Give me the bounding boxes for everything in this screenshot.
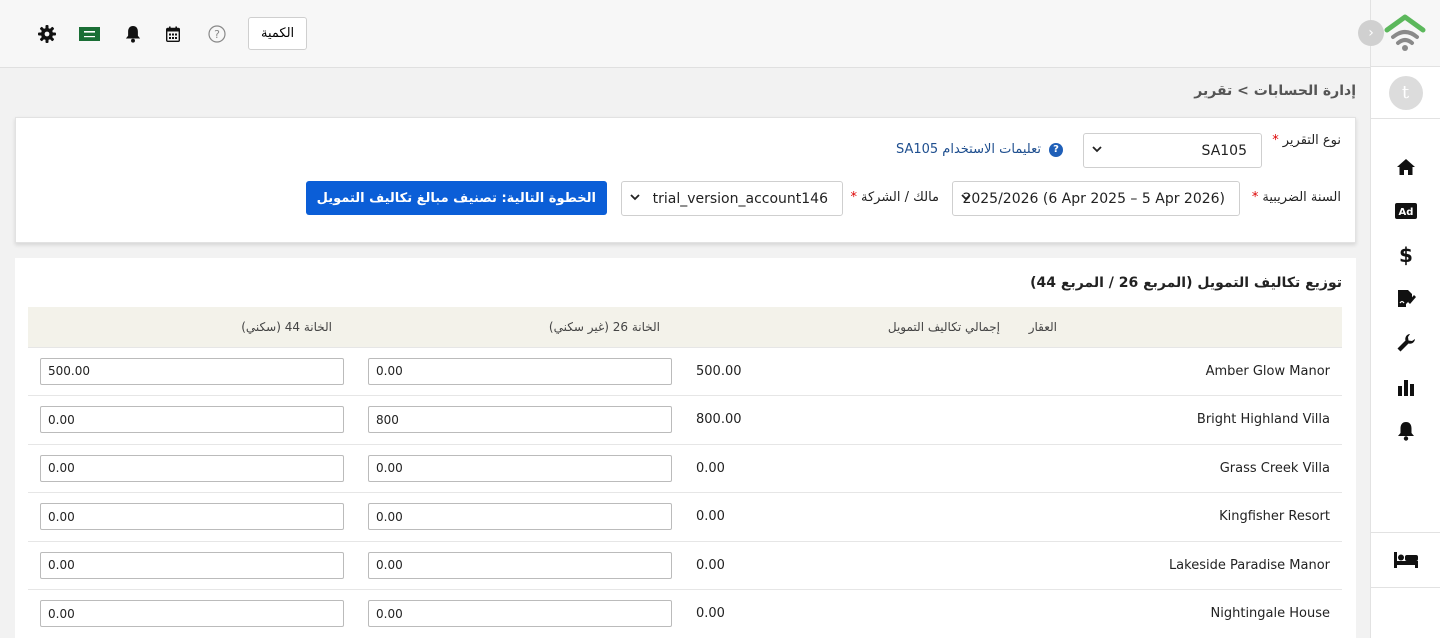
- bar-chart-icon: [1397, 380, 1414, 396]
- sidebar-logo-area: ‹: [1358, 0, 1440, 67]
- sidebar-nav: Ad $: [1371, 119, 1440, 533]
- app-logo-icon: [1384, 14, 1426, 51]
- total-finance-cost: 500.00: [684, 347, 1012, 396]
- svg-text:Ad: Ad: [1398, 207, 1413, 218]
- box44-input[interactable]: [40, 551, 344, 579]
- box44-input[interactable]: [40, 600, 344, 628]
- total-finance-cost: 0.00: [684, 589, 1012, 638]
- table-row: Bright Highland Villa 800.00: [28, 395, 1342, 445]
- column-header-box26: الخانة 26 (غير سكني): [356, 307, 684, 348]
- sidebar-profile: t: [1371, 67, 1440, 119]
- sidebar-collapse-button[interactable]: ‹: [1358, 20, 1384, 46]
- box26-input[interactable]: [368, 454, 672, 482]
- breadcrumb: إدارة الحسابات > تقرير: [1194, 83, 1356, 99]
- column-header-total: إجمالي تكاليف التمويل: [684, 307, 1012, 348]
- tax-year-label: السنة الضريبية*: [1251, 190, 1341, 205]
- total-finance-cost: 0.00: [684, 444, 1012, 493]
- property-name: Nightingale House: [1012, 589, 1342, 638]
- box26-input[interactable]: [368, 406, 672, 434]
- box26-input[interactable]: [368, 600, 672, 628]
- property-name: Amber Glow Manor: [1012, 347, 1342, 396]
- table-row: Kingfisher Resort 0.00: [28, 492, 1342, 542]
- chevron-down-icon: [961, 194, 971, 201]
- box44-input[interactable]: [40, 454, 344, 482]
- sidebar-item-rooms[interactable]: [1371, 533, 1440, 588]
- svg-text:?: ?: [214, 28, 220, 41]
- box44-input[interactable]: [40, 503, 344, 531]
- report-type-field: نوع التقرير*: [1272, 133, 1341, 148]
- avatar[interactable]: t: [1388, 75, 1423, 110]
- table-row: Nightingale House 0.00: [28, 589, 1342, 638]
- chevron-down-icon: [630, 194, 640, 201]
- bell-icon: [125, 26, 141, 43]
- report-type-label: نوع التقرير*: [1272, 133, 1341, 148]
- sidebar-item-ads[interactable]: Ad: [1371, 189, 1440, 233]
- quantity-button[interactable]: الكمية: [248, 17, 308, 50]
- owner-field: مالك / الشركة*: [851, 190, 940, 205]
- help-link-sa105[interactable]: ? تعليمات الاستخدام SA105: [896, 142, 1063, 157]
- settings-button[interactable]: [37, 24, 57, 44]
- card-title: توزيع تكاليف التمويل (المربع 26 / المربع…: [1030, 275, 1342, 291]
- sidebar-item-reports[interactable]: [1371, 365, 1440, 409]
- notifications-button[interactable]: [123, 24, 143, 44]
- language-button[interactable]: [78, 24, 100, 44]
- table-row: Amber Glow Manor 500.00: [28, 347, 1342, 396]
- top-bar: ? الكمية: [0, 0, 1370, 68]
- box26-input[interactable]: [368, 357, 672, 385]
- home-icon: [1396, 159, 1415, 175]
- sidebar-item-finance[interactable]: $: [1371, 233, 1440, 277]
- property-name: Kingfisher Resort: [1012, 492, 1342, 542]
- total-finance-cost: 0.00: [684, 492, 1012, 542]
- help-circle-icon: ?: [208, 25, 226, 43]
- sidebar: ‹ t Ad $: [1358, 0, 1440, 638]
- sidebar-item-maintenance[interactable]: [1371, 321, 1440, 365]
- wrench-icon: [1397, 334, 1415, 352]
- svg-text:$: $: [1399, 244, 1413, 266]
- help-button[interactable]: ?: [207, 24, 227, 44]
- chevron-down-icon: [1092, 146, 1102, 153]
- owner-select[interactable]: trial_version_account146: [621, 181, 843, 216]
- tax-year-field: السنة الضريبية*: [1252, 190, 1341, 205]
- tax-year-select[interactable]: 2025/2026 (6 Apr 2025 – 5 Apr 2026): [952, 181, 1240, 216]
- sidebar-item-contracts[interactable]: [1371, 277, 1440, 321]
- bell-icon: [1397, 422, 1414, 441]
- finance-costs-table: العقار إجمالي تكاليف التمويل الخانة 26 (…: [28, 307, 1342, 638]
- owner-label: مالك / الشركة*: [850, 190, 940, 205]
- total-finance-cost: 800.00: [684, 395, 1012, 445]
- chevron-left-icon: ‹: [1368, 25, 1374, 41]
- box26-input[interactable]: [368, 551, 672, 579]
- column-header-box44: الخانة 44 (سكني): [28, 307, 356, 348]
- bed-icon: [1393, 552, 1418, 568]
- report-filter-panel: نوع التقرير* SA105 ? تعليمات الاستخدام S…: [15, 117, 1356, 243]
- table-row: Lakeside Paradise Manor 0.00: [28, 541, 1342, 590]
- total-finance-cost: 0.00: [684, 541, 1012, 590]
- question-icon: ?: [1049, 142, 1063, 157]
- calendar-button[interactable]: [163, 24, 183, 44]
- property-name: Lakeside Paradise Manor: [1012, 541, 1342, 590]
- property-name: Bright Highland Villa: [1012, 395, 1342, 445]
- box44-input[interactable]: [40, 357, 344, 385]
- ad-icon: Ad: [1394, 203, 1417, 219]
- box26-input[interactable]: [368, 503, 672, 531]
- next-step-button[interactable]: الخطوة التالية: تصنيف مبالغ تكاليف التمو…: [305, 181, 607, 215]
- calendar-icon: [166, 26, 180, 42]
- table-header-row: العقار إجمالي تكاليف التمويل الخانة 26 (…: [28, 307, 1342, 348]
- sidebar-item-home[interactable]: [1371, 145, 1440, 189]
- finance-costs-card: توزيع تكاليف التمويل (المربع 26 / المربع…: [15, 258, 1356, 638]
- dollar-icon: $: [1399, 244, 1413, 266]
- report-type-select[interactable]: SA105: [1083, 133, 1262, 168]
- signature-icon: [1397, 290, 1416, 307]
- gear-icon: [38, 25, 56, 43]
- column-header-property: العقار: [1012, 307, 1342, 348]
- property-name: Grass Creek Villa: [1012, 444, 1342, 493]
- table-row: Grass Creek Villa 0.00: [28, 444, 1342, 493]
- saudi-flag-icon: [78, 27, 100, 41]
- box44-input[interactable]: [40, 406, 344, 434]
- sidebar-item-notifications[interactable]: [1371, 409, 1440, 453]
